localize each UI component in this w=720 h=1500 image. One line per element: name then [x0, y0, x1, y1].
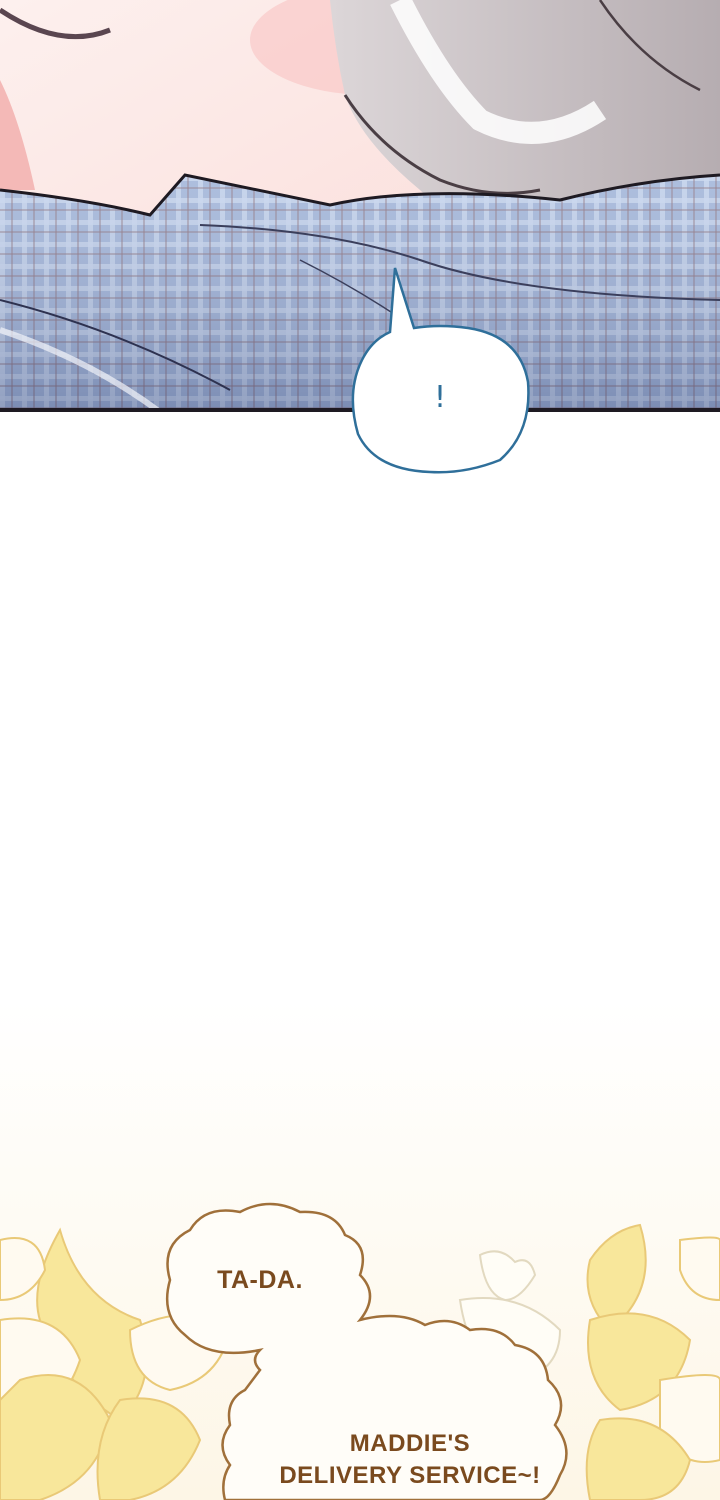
exclamation-speech-bubble: ! — [350, 267, 530, 474]
delivery-text: MADDIE'S DELIVERY SERVICE~! — [260, 1428, 560, 1492]
delivery-line-1: MADDIE'S — [349, 1430, 471, 1457]
tada-speech-bubble: TA-DA. MADDIE'S DELIVERY SERVICE~! — [150, 1200, 580, 1500]
tada-text: TA-DA. — [217, 1266, 303, 1294]
comic-page: ! TA-DA. MADDIE'S DELIVERY SERVICE~! — [0, 0, 720, 1500]
delivery-line-2: DELIVERY SERVICE~! — [279, 1462, 541, 1489]
exclamation-text: ! — [433, 380, 447, 415]
